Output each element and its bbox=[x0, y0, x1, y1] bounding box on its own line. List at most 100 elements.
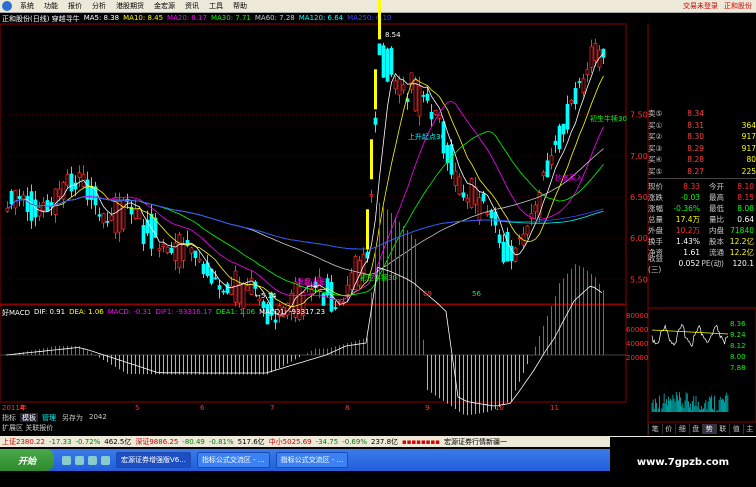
candle-body bbox=[77, 172, 82, 178]
task-forum-2[interactable]: 指标公式交流区 - ... bbox=[275, 452, 349, 468]
candle-body bbox=[421, 95, 426, 97]
task-forum-1[interactable]: 指标公式交流区 - ... bbox=[196, 452, 270, 468]
macd-dif1: DIF1: -93316.17 bbox=[155, 308, 212, 316]
tab-save-as[interactable]: 另存为 bbox=[60, 413, 85, 422]
quote-cell: 17.4万 bbox=[675, 215, 700, 224]
folder-icon[interactable] bbox=[101, 455, 110, 465]
quote-cell: 现价 bbox=[648, 182, 663, 191]
price-tick: 7.00 bbox=[630, 152, 648, 161]
candle-body bbox=[181, 244, 186, 261]
zx-index: 中小5025.69 bbox=[268, 437, 312, 446]
order-cell: 80 bbox=[746, 155, 756, 165]
candle-body bbox=[261, 301, 266, 309]
order-cell: 917 bbox=[741, 132, 756, 142]
candle-body bbox=[241, 283, 246, 309]
date-tick: 7 bbox=[270, 404, 274, 412]
task-hongyuan[interactable]: 宏源证券增强版V6... bbox=[116, 452, 191, 468]
candle-body bbox=[565, 103, 570, 130]
order-cell: 买② bbox=[648, 132, 663, 142]
candle-body bbox=[561, 123, 566, 135]
candle-body bbox=[393, 80, 398, 90]
price-tick: 7.50 bbox=[630, 111, 648, 120]
candle-body bbox=[321, 293, 326, 306]
order-cell: 买① bbox=[648, 120, 663, 130]
macd-macd: MACD: -0.31 bbox=[107, 308, 152, 316]
buy-signal-2: 发起上涨 bbox=[297, 278, 325, 286]
ma-sign-label: 上升起点30 bbox=[408, 133, 445, 141]
extension-tabs[interactable]: 扩展区 关联报价 bbox=[0, 423, 53, 432]
fn-tick[interactable]: 笔 bbox=[648, 424, 662, 434]
candle-body bbox=[165, 246, 170, 253]
candle-body bbox=[197, 258, 202, 262]
quote-cell: 总量 bbox=[648, 215, 663, 224]
candle-body bbox=[585, 68, 590, 75]
quote-cell: 0.052 bbox=[678, 259, 700, 268]
candle-body bbox=[65, 174, 70, 186]
fn-trend[interactable]: 势 bbox=[702, 424, 716, 434]
candle-body bbox=[361, 254, 366, 274]
candle-body bbox=[417, 85, 422, 117]
sh-index: 上证2380.22 bbox=[2, 437, 45, 446]
date-tick: 10 bbox=[495, 404, 504, 412]
candle-body bbox=[53, 188, 58, 215]
quote-panel: 卖⑤ 8.34 买① 8.31 364 买② 8.30 917 买③ 8.29 917 买④ 8.28 8… bbox=[648, 108, 756, 274]
low-label: ←5.14 bbox=[255, 292, 277, 300]
candle-body bbox=[133, 208, 138, 219]
macd-legend: 好MACD DIF: 0.91 DEA: 1.06 MACD: -0.31 DI… bbox=[0, 308, 325, 318]
candle-body bbox=[541, 171, 546, 177]
candle-body bbox=[225, 283, 230, 294]
candle-body bbox=[549, 155, 554, 166]
media-icon[interactable] bbox=[88, 455, 97, 465]
signal-bar bbox=[378, 0, 381, 40]
mini-axis-tick-2: 8.00 bbox=[730, 353, 746, 361]
candle-body bbox=[353, 255, 358, 290]
tab-manage[interactable]: 管理 bbox=[40, 413, 58, 422]
tab-template[interactable]: 模板 bbox=[20, 413, 38, 422]
tab-indicator[interactable]: 指标 bbox=[0, 413, 18, 422]
candle-body bbox=[381, 45, 386, 78]
candle-body bbox=[157, 248, 162, 251]
start-button[interactable]: 开始 bbox=[0, 449, 54, 471]
qq-icon[interactable] bbox=[75, 455, 84, 465]
order-cell: 卖⑤ bbox=[648, 109, 663, 119]
candle-body bbox=[13, 190, 18, 209]
candle-body bbox=[173, 242, 178, 261]
candle-body bbox=[433, 110, 438, 115]
quote-cell: 71840 bbox=[730, 226, 754, 235]
candle-body bbox=[401, 84, 406, 91]
quote-cell: 最低 bbox=[709, 204, 724, 213]
signal-bar bbox=[366, 209, 369, 250]
candle-body bbox=[497, 234, 502, 243]
quote-cell: 今开 bbox=[709, 182, 724, 191]
candle-body bbox=[557, 125, 562, 150]
candle-body bbox=[345, 284, 350, 295]
price-tick: 5.50 bbox=[630, 275, 648, 284]
fn-value[interactable]: 值 bbox=[729, 424, 743, 434]
candle-body bbox=[385, 48, 390, 82]
order-cell: 买⑤ bbox=[648, 166, 663, 176]
candle-body bbox=[481, 193, 486, 202]
ie-icon[interactable] bbox=[62, 455, 71, 465]
order-cell: 8.29 bbox=[687, 143, 704, 153]
candle-body bbox=[589, 46, 594, 68]
quote-cell: 涨幅 bbox=[648, 204, 663, 213]
sh-amount: 462.5亿 bbox=[104, 437, 132, 446]
macd-dif: DIF: 0.91 bbox=[33, 308, 66, 316]
signal-bar bbox=[370, 139, 373, 180]
fn-detail[interactable]: 细 bbox=[675, 424, 689, 434]
candle-body bbox=[101, 213, 106, 224]
candle-body bbox=[193, 250, 198, 259]
fn-price[interactable]: 价 bbox=[661, 424, 676, 434]
price-tick: 6.50 bbox=[630, 193, 648, 202]
order-cell: 8.27 bbox=[687, 166, 704, 176]
fn-main[interactable]: 主 bbox=[742, 424, 756, 434]
fn-link[interactable]: 联 bbox=[715, 424, 730, 434]
candle-body bbox=[453, 170, 458, 187]
candle-body bbox=[437, 114, 442, 119]
quote-cell: 量比 bbox=[709, 215, 724, 224]
mini-axis-tick-2: 7.88 bbox=[730, 364, 746, 372]
kline-chart[interactable]: 7.507.006.506.005.502011年4 5 6 7 8 9 10 1180000… bbox=[0, 0, 756, 487]
fn-order[interactable]: 盘 bbox=[688, 424, 703, 434]
quote-cell: 12.2亿 bbox=[729, 248, 754, 257]
candle-body bbox=[369, 194, 374, 197]
